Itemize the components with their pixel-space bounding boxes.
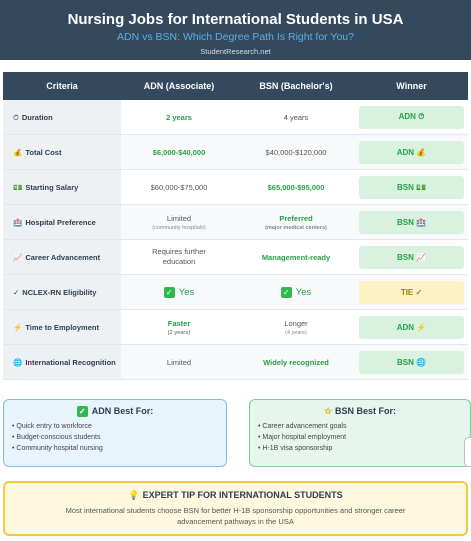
list-item: Career advancement goals bbox=[258, 421, 470, 432]
winner-cell: BSN 🏥 bbox=[355, 205, 468, 239]
page-header: Nursing Jobs for International Students … bbox=[0, 0, 471, 60]
expert-tip-box: 💡 EXPERT TIP FOR INTERNATIONAL STUDENTS M… bbox=[3, 481, 468, 536]
tie-badge: TIE ✓ bbox=[359, 280, 464, 304]
scroll-handle[interactable] bbox=[464, 437, 471, 467]
adn-cell: Requires further education bbox=[152, 247, 206, 266]
stopwatch-icon: ⏱ bbox=[13, 112, 19, 122]
star-icon: ☆ bbox=[323, 406, 333, 416]
header-bsn: BSN (Bachelor's) bbox=[259, 81, 333, 91]
winner-badge: ADN ⚡ bbox=[359, 315, 464, 339]
winner-badge: BSN 💵 bbox=[359, 175, 464, 199]
criteria-cell: 🏥 Hospital Preference bbox=[3, 205, 121, 239]
adn-cell: 2 years bbox=[166, 112, 192, 122]
winner-cell: ADN ⏱ bbox=[355, 100, 468, 134]
criteria-cell: 💵 Starting Salary bbox=[3, 170, 121, 204]
header-criteria: Criteria bbox=[46, 81, 78, 91]
winner-cell: BSN 💵 bbox=[355, 170, 468, 204]
adn-cell: Limited (community hospitals) bbox=[152, 213, 206, 231]
winner-badge: BSN 📈 bbox=[359, 245, 464, 269]
winner-cell: TIE ✓ bbox=[355, 275, 468, 309]
tip-text: Most international students choose BSN f… bbox=[65, 506, 406, 526]
winner-cell: ADN ⚡ bbox=[355, 310, 468, 344]
hospital-icon: 🏥 bbox=[13, 217, 23, 227]
bsn-cell: Preferred (major medical centers) bbox=[265, 213, 327, 231]
criteria-cell: ✓ NCLEX-RN Eligibility bbox=[3, 275, 121, 309]
criteria-cell: 📈 Career Advancement bbox=[3, 240, 121, 274]
table-row: 💵 Starting Salary $60,000-$75,000 $65,000… bbox=[3, 170, 468, 205]
list-item: Community hospital nursing bbox=[12, 443, 226, 454]
bsn-cell: $65,000-$95,000 bbox=[267, 182, 325, 192]
bsn-benefits-list: Career advancement goals Major hospital … bbox=[258, 421, 470, 454]
winner-badge: ADN ⏱ bbox=[359, 105, 464, 129]
table-row: ⚡ Time to Employment Faster (2 years) Lon… bbox=[3, 310, 468, 345]
table-row: ✓ NCLEX-RN Eligibility ✓ Yes ✓ Yes TIE ✓ bbox=[3, 275, 468, 310]
bsn-cell: 4 years bbox=[283, 112, 309, 122]
money-bag-icon: 💰 bbox=[13, 147, 23, 157]
criteria-cell: ⚡ Time to Employment bbox=[3, 310, 121, 344]
list-item: H-1B visa sponsorship bbox=[258, 443, 470, 454]
list-item: Quick entry to workforce bbox=[12, 421, 226, 432]
criteria-cell: 🌐 International Recognition bbox=[3, 345, 121, 379]
bsn-cell: Widely recognized bbox=[263, 357, 329, 367]
page-subtitle: ADN vs BSN: Which Degree Path Is Right f… bbox=[117, 31, 354, 43]
adn-best-for-box: ✓ADN Best For: Quick entry to workforce … bbox=[3, 399, 227, 467]
adn-cell: $6,000-$40,000 bbox=[152, 147, 206, 157]
winner-cell: BSN 📈 bbox=[355, 240, 468, 274]
list-item: Major hospital employment bbox=[258, 432, 470, 443]
page-title: Nursing Jobs for International Students … bbox=[67, 11, 404, 28]
site-name: StudentResearch.net bbox=[200, 47, 271, 56]
adn-benefits-list: Quick entry to workforce Budget-consciou… bbox=[12, 421, 226, 454]
adn-cell: Limited bbox=[166, 357, 192, 367]
table-row: 🌐 International Recognition Limited Widel… bbox=[3, 345, 468, 380]
winner-badge: BSN 🌐 bbox=[359, 350, 464, 374]
bsn-cell: $40,000-$120,000 bbox=[265, 147, 327, 157]
header-winner: Winner bbox=[396, 81, 427, 91]
bsn-box-title: ☆ BSN Best For: bbox=[323, 406, 397, 416]
globe-icon: 🌐 bbox=[13, 357, 23, 367]
header-adn: ADN (Associate) bbox=[143, 81, 215, 91]
adn-cell: Faster (2 years) bbox=[167, 318, 191, 336]
winner-badge: ADN 💰 bbox=[359, 140, 464, 164]
winner-cell: ADN 💰 bbox=[355, 135, 468, 169]
adn-box-title: ✓ ADN Best For: bbox=[4, 406, 226, 417]
check-box-icon: ✓ bbox=[163, 286, 175, 298]
table-row: 🏥 Hospital Preference Limited (community … bbox=[3, 205, 468, 240]
winner-cell: BSN 🌐 bbox=[355, 345, 468, 379]
bsn-cell: ✓ Yes bbox=[237, 275, 355, 309]
check-box-icon: ✓ bbox=[280, 286, 292, 298]
table-row: 📈 Career Advancement Requires further edu… bbox=[3, 240, 468, 275]
bsn-cell: Longer (4 years) bbox=[284, 318, 308, 336]
adn-cell: ✓ Yes bbox=[121, 275, 237, 309]
list-item: Budget-conscious students bbox=[12, 432, 226, 443]
winner-badge: BSN 🏥 bbox=[359, 210, 464, 234]
check-box-icon: ✓ bbox=[76, 406, 88, 417]
bsn-cell: Management-ready bbox=[261, 252, 331, 262]
lightning-icon: ⚡ bbox=[13, 322, 23, 332]
tip-title: 💡 EXPERT TIP FOR INTERNATIONAL STUDENTS bbox=[128, 490, 343, 500]
comparison-table: Criteria ADN (Associate) BSN (Bachelor's… bbox=[3, 72, 468, 382]
lightbulb-icon: 💡 bbox=[128, 490, 140, 500]
table-row: 💰 Total Cost $6,000-$40,000 $40,000-$120,… bbox=[3, 135, 468, 170]
bsn-best-for-box: ☆BSN Best For: Career advancement goals … bbox=[249, 399, 471, 467]
adn-cell: $60,000-$75,000 bbox=[150, 182, 208, 192]
criteria-cell: 💰 Total Cost bbox=[3, 135, 121, 169]
chart-up-icon: 📈 bbox=[13, 252, 23, 262]
table-header: Criteria ADN (Associate) BSN (Bachelor's… bbox=[3, 72, 468, 100]
banknote-icon: 💵 bbox=[13, 182, 23, 192]
table-row: ⏱ Duration 2 years 4 years ADN ⏱ bbox=[3, 100, 468, 135]
checkmark-icon: ✓ bbox=[13, 287, 20, 297]
criteria-cell: ⏱ Duration bbox=[3, 100, 121, 134]
